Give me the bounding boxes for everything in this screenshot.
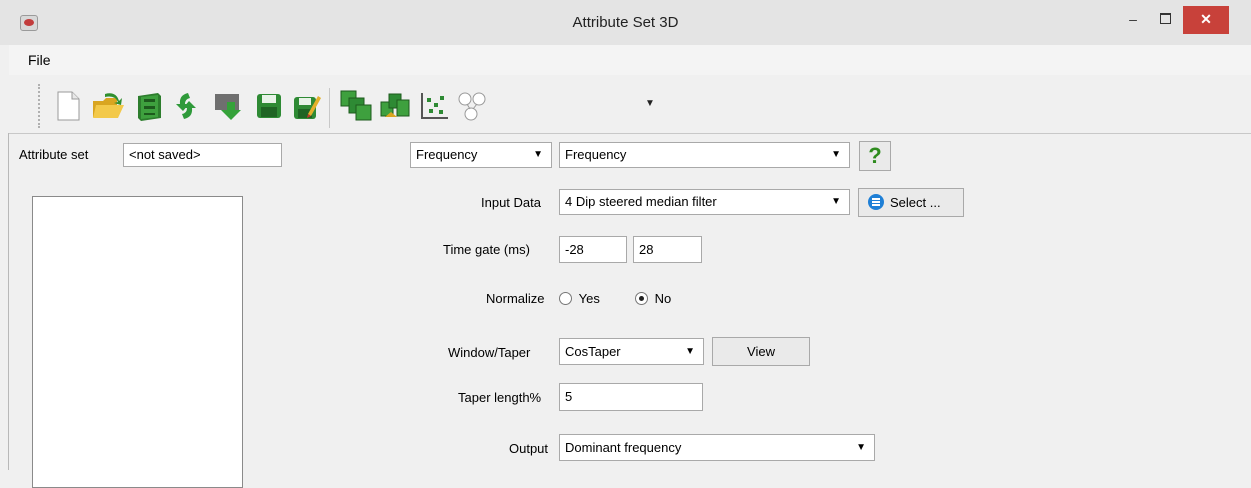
attribute-list[interactable] <box>32 196 243 488</box>
scatter-plot-icon[interactable] <box>417 88 451 124</box>
toolbar-separator <box>329 88 330 128</box>
help-button[interactable]: ? <box>859 141 891 171</box>
cross-plot-icon[interactable] <box>379 88 413 124</box>
toolbar: ▼ <box>9 78 1251 134</box>
chevron-down-icon: ▼ <box>533 149 543 160</box>
input-data-select[interactable]: 4 Dip steered median filter ▼ <box>559 189 850 215</box>
toolbar-grip[interactable] <box>38 84 40 128</box>
time-gate-label: Time gate (ms) <box>443 242 530 257</box>
close-button[interactable]: ✕ <box>1183 6 1229 34</box>
maximize-button[interactable] <box>1150 6 1180 34</box>
save-as-icon[interactable] <box>289 88 323 124</box>
database-icon[interactable] <box>132 88 166 124</box>
taper-length-label: Taper length% <box>458 390 542 405</box>
tree-graph-icon[interactable] <box>455 88 489 124</box>
title-bar: Attribute Set 3D – ✕ <box>0 0 1251 45</box>
normalize-yes-option[interactable]: Yes <box>559 291 600 306</box>
import-arrow-icon[interactable] <box>213 88 247 124</box>
normalize-yes-label: Yes <box>578 291 600 306</box>
time-gate-end-field[interactable]: 28 <box>633 236 702 263</box>
normalize-no-option[interactable]: No <box>635 291 671 306</box>
chevron-down-icon: ▼ <box>856 442 866 453</box>
help-icon: ? <box>868 143 882 168</box>
minimize-button[interactable]: – <box>1118 6 1148 34</box>
new-document-icon[interactable] <box>51 88 85 124</box>
multi-attribute-icon[interactable] <box>339 88 373 124</box>
chevron-down-icon: ▼ <box>831 149 841 160</box>
normalize-label: Normalize <box>486 291 545 306</box>
input-data-value: 4 Dip steered median filter <box>565 194 717 209</box>
chevron-down-icon: ▼ <box>831 196 841 207</box>
taper-length-field[interactable]: 5 <box>559 383 703 411</box>
select-button-label: Select ... <box>890 195 941 210</box>
save-icon[interactable] <box>252 88 286 124</box>
normalize-no-label: No <box>654 291 672 306</box>
menu-file[interactable]: File <box>28 52 51 68</box>
output-value: Dominant frequency <box>565 440 682 455</box>
window-taper-value: CosTaper <box>565 344 621 359</box>
attribute-type-value: Frequency <box>565 147 627 162</box>
panel-edge <box>8 133 9 470</box>
open-folder-icon[interactable] <box>91 88 125 124</box>
window-taper-label: Window/Taper <box>448 345 531 360</box>
tree-graph-dropdown-arrow[interactable]: ▼ <box>645 98 655 109</box>
select-input-button[interactable]: Select ... <box>858 188 964 217</box>
maximize-icon <box>1159 13 1171 25</box>
attribute-set-label: Attribute set <box>19 147 89 162</box>
time-gate-start-field[interactable]: -28 <box>559 236 627 263</box>
output-select[interactable]: Dominant frequency ▼ <box>559 434 875 461</box>
normalize-no-radio[interactable] <box>635 292 648 305</box>
reload-icon[interactable] <box>169 88 203 124</box>
attribute-set-name-field[interactable]: <not saved> <box>123 143 282 167</box>
view-button[interactable]: View <box>712 337 810 366</box>
window-taper-select[interactable]: CosTaper ▼ <box>559 338 704 365</box>
attribute-type-select[interactable]: Frequency ▼ <box>559 142 850 168</box>
output-label: Output <box>509 441 549 456</box>
input-data-label: Input Data <box>481 195 541 210</box>
normalize-yes-radio[interactable] <box>559 292 572 305</box>
list-icon <box>868 194 884 210</box>
chevron-down-icon: ▼ <box>685 346 695 357</box>
attribute-category-value: Frequency <box>416 147 478 162</box>
attribute-category-select[interactable]: Frequency ▼ <box>410 142 552 168</box>
menu-bar: File <box>9 45 1251 75</box>
window-title: Attribute Set 3D <box>572 14 679 31</box>
